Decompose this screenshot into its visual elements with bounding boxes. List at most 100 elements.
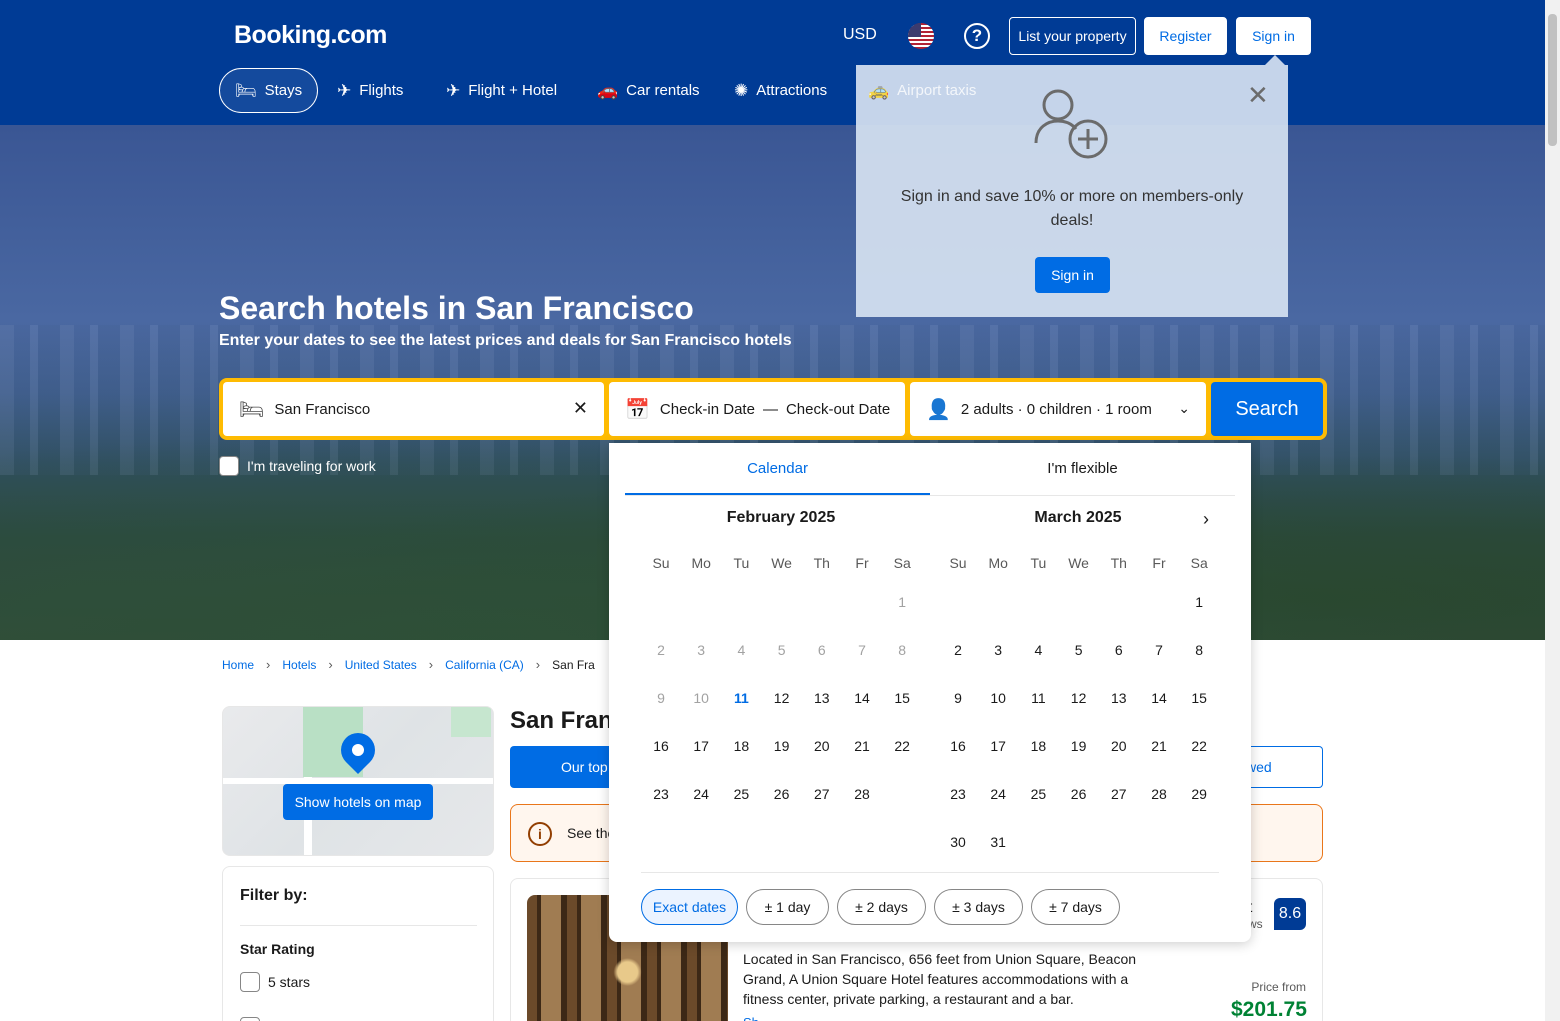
- calendar-day[interactable]: 21: [842, 726, 882, 766]
- calendar-day: 10: [693, 690, 709, 706]
- calendar-day[interactable]: 15: [1179, 678, 1219, 718]
- page-title: San Fran: [510, 707, 613, 734]
- calendar-day[interactable]: 12: [762, 678, 802, 718]
- calendar-day[interactable]: 20: [1099, 726, 1139, 766]
- calendar-day[interactable]: 27: [1099, 774, 1139, 814]
- calendar-day[interactable]: 16: [641, 726, 681, 766]
- nav-attractions[interactable]: ✺ Attractions: [719, 68, 842, 113]
- calendar-day[interactable]: 17: [978, 726, 1018, 766]
- weekday-label: Sa: [893, 555, 911, 571]
- calendar-day[interactable]: 29: [1179, 774, 1219, 814]
- calendar-day[interactable]: 23: [938, 774, 978, 814]
- work-travel-toggle[interactable]: I'm traveling for work: [219, 456, 376, 476]
- calendar-day[interactable]: 21: [1139, 726, 1179, 766]
- calendar-day[interactable]: 17: [681, 726, 721, 766]
- calendar-day[interactable]: 11: [721, 678, 761, 718]
- tab-most-viewed[interactable]: wed: [1240, 746, 1323, 788]
- dates-field[interactable]: 📅 Check-in Date — Check-out Date: [609, 382, 905, 436]
- show-on-map-button[interactable]: Show hotels on map: [283, 784, 433, 820]
- breadcrumb-united-states[interactable]: United States: [345, 658, 417, 672]
- calendar-day[interactable]: 1: [1179, 582, 1219, 622]
- filter-5-stars[interactable]: 5 stars: [240, 972, 310, 992]
- calendar-day[interactable]: 15: [882, 678, 922, 718]
- close-icon[interactable]: ✕: [1247, 80, 1269, 111]
- work-checkbox[interactable]: [219, 456, 239, 476]
- list-property-button[interactable]: List your property: [1009, 17, 1136, 55]
- calendar-day[interactable]: 30: [938, 822, 978, 862]
- calendar-day[interactable]: 31: [978, 822, 1018, 862]
- checkbox[interactable]: [240, 1017, 260, 1021]
- calendar-day[interactable]: 14: [842, 678, 882, 718]
- calendar-day[interactable]: 25: [1018, 774, 1058, 814]
- weekday-label: Sa: [1190, 555, 1208, 571]
- chip-exact-dates[interactable]: Exact dates: [641, 889, 738, 925]
- register-button[interactable]: Register: [1144, 17, 1227, 55]
- help-icon[interactable]: ?: [964, 23, 990, 49]
- calendar-day[interactable]: 13: [1099, 678, 1139, 718]
- calendar-day[interactable]: 11: [1018, 678, 1058, 718]
- breadcrumb-home[interactable]: Home: [222, 658, 254, 672]
- calendar-day[interactable]: 16: [938, 726, 978, 766]
- nav-car-rentals[interactable]: 🚗 Car rentals: [582, 68, 715, 113]
- chip-3-days[interactable]: ± 3 days: [934, 889, 1023, 925]
- calendar-day[interactable]: 3: [978, 630, 1018, 670]
- tab-calendar[interactable]: Calendar: [625, 443, 930, 495]
- breadcrumb-hotels[interactable]: Hotels: [282, 658, 316, 672]
- tab-our-top-picks[interactable]: Our top: [510, 746, 610, 788]
- calendar-day[interactable]: 4: [1018, 630, 1058, 670]
- destination-field[interactable]: 🛏 San Francisco ✕: [223, 382, 604, 436]
- calendar-day[interactable]: 12: [1059, 678, 1099, 718]
- calendar-day[interactable]: 22: [882, 726, 922, 766]
- breadcrumb-california[interactable]: California (CA): [445, 658, 524, 672]
- popup-sign-in-button[interactable]: Sign in: [1035, 257, 1110, 293]
- tab-flexible[interactable]: I'm flexible: [930, 443, 1235, 495]
- calendar-day[interactable]: 22: [1179, 726, 1219, 766]
- clear-destination-icon[interactable]: ✕: [573, 398, 588, 419]
- sign-in-button[interactable]: Sign in: [1236, 17, 1311, 55]
- calendar-day[interactable]: 2: [938, 630, 978, 670]
- scroll-thumb[interactable]: [1548, 14, 1557, 146]
- next-month-icon[interactable]: ›: [1203, 509, 1209, 530]
- calendar-day[interactable]: 9: [938, 678, 978, 718]
- chip-1-day[interactable]: ± 1 day: [746, 889, 829, 925]
- calendar-day[interactable]: 18: [1018, 726, 1058, 766]
- calendar-day[interactable]: 13: [802, 678, 842, 718]
- calendar-day[interactable]: 27: [802, 774, 842, 814]
- checkbox[interactable]: [240, 972, 260, 992]
- scrollbar[interactable]: [1545, 0, 1560, 1021]
- calendar-day[interactable]: 23: [641, 774, 681, 814]
- nav-flights[interactable]: ✈ Flights: [322, 68, 418, 113]
- calendar-day[interactable]: 20: [802, 726, 842, 766]
- calendar-day[interactable]: 26: [1059, 774, 1099, 814]
- calendar-day: 2: [657, 642, 665, 658]
- nav-flight-hotel[interactable]: ✈ Flight + Hotel: [431, 68, 572, 113]
- weekday-label: We: [771, 555, 792, 571]
- calendar-day[interactable]: 25: [721, 774, 761, 814]
- calendar-day[interactable]: 18: [721, 726, 761, 766]
- nav-stays[interactable]: 🛏 Stays: [219, 68, 319, 113]
- currency-selector[interactable]: USD: [843, 26, 877, 44]
- guests-field[interactable]: 👤 2 adults · 0 children · 1 room ⌄: [910, 382, 1206, 436]
- us-flag-icon[interactable]: [908, 23, 934, 49]
- calendar-day[interactable]: 14: [1139, 678, 1179, 718]
- calendar-day[interactable]: 7: [1139, 630, 1179, 670]
- calendar-day[interactable]: 5: [1059, 630, 1099, 670]
- calendar-day[interactable]: 8: [1179, 630, 1219, 670]
- calendar-day[interactable]: 26: [762, 774, 802, 814]
- chip-2-days[interactable]: ± 2 days: [837, 889, 926, 925]
- calendar-day[interactable]: 24: [681, 774, 721, 814]
- weekday-label: Tu: [733, 555, 750, 571]
- show-more-link[interactable]: Sh: [743, 1015, 759, 1021]
- calendar-day[interactable]: 6: [1099, 630, 1139, 670]
- map-preview[interactable]: Show hotels on map: [222, 706, 494, 856]
- calendar-day[interactable]: 24: [978, 774, 1018, 814]
- chip-7-days[interactable]: ± 7 days: [1031, 889, 1120, 925]
- calendar-day[interactable]: 19: [762, 726, 802, 766]
- calendar-day[interactable]: 28: [842, 774, 882, 814]
- calendar-day[interactable]: 19: [1059, 726, 1099, 766]
- calendar-day[interactable]: 28: [1139, 774, 1179, 814]
- calendar-day[interactable]: 10: [978, 678, 1018, 718]
- nav-airport-taxis[interactable]: 🚕 Airport taxis: [856, 68, 976, 113]
- search-button[interactable]: Search: [1211, 382, 1323, 436]
- booking-logo[interactable]: Booking.com: [234, 21, 387, 50]
